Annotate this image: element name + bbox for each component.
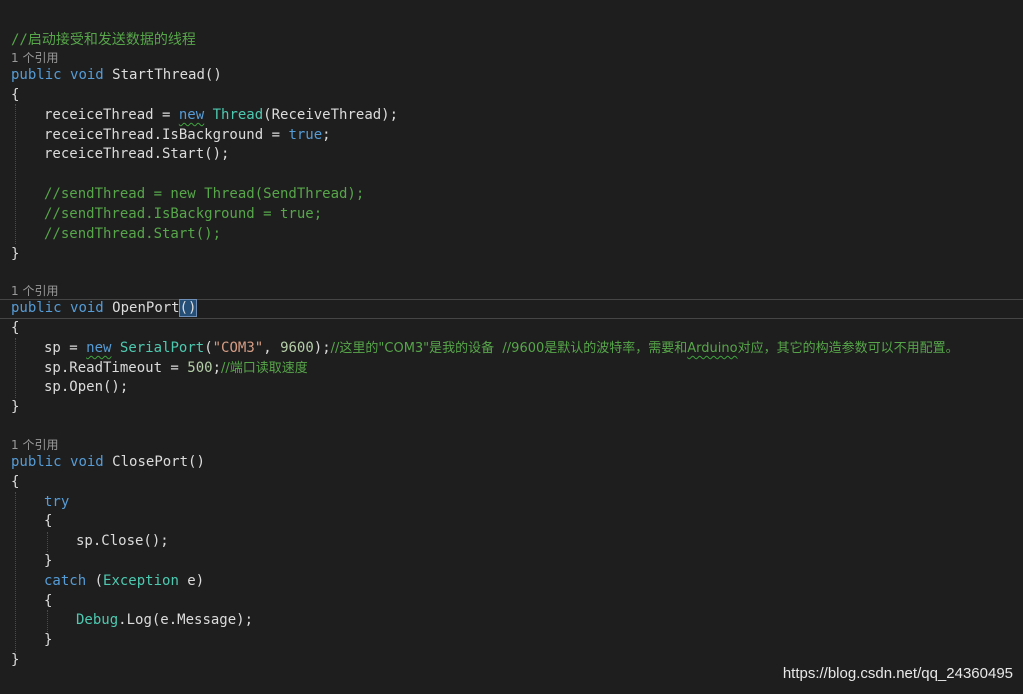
watermark: https://blog.csdn.net/qq_24360495 (782, 665, 1013, 682)
keyword: void (70, 67, 104, 83)
indent-guide (47, 610, 48, 632)
indent-guide (47, 532, 48, 552)
brace: { (11, 474, 20, 490)
comment-line: //sendThread.IsBackground = true; (44, 206, 323, 222)
method-name: OpenPort (112, 300, 180, 316)
brace: { (44, 593, 53, 609)
code-text: .Log(e.Message); (118, 612, 254, 628)
method-signature-openport: public void OpenPort() (11, 298, 198, 318)
brace-match-highlight: () (178, 299, 198, 317)
code-text: receiceThread = (44, 107, 179, 123)
keyword: public (11, 300, 62, 316)
keyword: void (70, 300, 104, 316)
code-editor[interactable]: //启动接受和发送数据的线程 1 个引用 public void StartTh… (0, 0, 1023, 694)
codelens-references[interactable]: 1 个引用 (11, 283, 58, 299)
indent-guide (15, 492, 16, 652)
brace: { (44, 513, 53, 529)
comment-line: //sendThread.Start(); (44, 226, 222, 242)
code-line: receiceThread = new Thread(ReceiveThread… (44, 105, 398, 125)
code-text: ( (204, 340, 213, 356)
brace: { (11, 320, 20, 336)
method-name: ClosePort() (112, 454, 205, 470)
comment-text: Arduino (687, 341, 738, 356)
code-line: sp.Close(); (76, 533, 169, 549)
inline-comment: //这里的"COM3"是我的设备 //9600是默认的波特率，需要和Arduin… (331, 341, 959, 356)
number-literal: 500 (187, 360, 213, 376)
code-text: ); (313, 340, 331, 356)
type-name: Exception (103, 573, 179, 589)
indent-guide (15, 338, 16, 398)
code-line: receiceThread.IsBackground = true; (44, 125, 331, 145)
catch-line: catch (Exception e) (44, 571, 204, 591)
keyword-new: new (178, 107, 205, 123)
code-text: sp.ReadTimeout = (44, 360, 188, 376)
code-text: e) (178, 573, 205, 589)
type-name: Debug (76, 612, 119, 628)
code-line: sp = new SerialPort("COM3", 9600);//这里的"… (44, 338, 959, 358)
indent-guide (15, 104, 16, 244)
brace: } (44, 632, 53, 648)
code-line: Debug.Log(e.Message); (76, 610, 253, 630)
code-line: sp.Open(); (44, 379, 129, 395)
code-line: sp.ReadTimeout = 500;//端口读取速度 (44, 358, 308, 378)
codelens-references[interactable]: 1 个引用 (11, 437, 58, 453)
number-literal: 9600 (280, 340, 314, 356)
method-name: StartThread() (112, 67, 222, 83)
keyword-true: true (288, 127, 323, 143)
type-name: SerialPort (119, 340, 205, 356)
code-text: sp = (44, 340, 87, 356)
code-text: (ReceiveThread); (263, 107, 399, 123)
code-text: receiceThread.IsBackground = (44, 127, 289, 143)
keyword-new: new (86, 340, 112, 356)
comment-text: 对应，其它的构造参数可以不用配置。 (737, 341, 959, 356)
keyword: public (11, 67, 62, 83)
keyword: void (70, 454, 104, 470)
code-text: ; (212, 360, 222, 376)
brace: } (11, 652, 20, 668)
brace: } (11, 246, 20, 262)
code-text: , (263, 340, 281, 356)
comment-line: //sendThread = new Thread(SendThread); (44, 186, 365, 202)
inline-comment: //端口读取速度 (221, 361, 308, 376)
comment-line: //启动接受和发送数据的线程 (11, 32, 196, 48)
code-text: ; (322, 127, 331, 143)
keyword-catch: catch (44, 573, 87, 589)
brace: } (11, 399, 20, 415)
brace: { (11, 87, 20, 103)
method-signature-startthread: public void StartThread() (11, 65, 222, 85)
keyword-try: try (44, 494, 70, 510)
comment-text: //这里的"COM3"是我的设备 //9600是默认的波特率，需要和 (330, 341, 688, 356)
string-literal: "COM3" (212, 340, 264, 356)
code-line: receiceThread.Start(); (44, 146, 230, 162)
keyword: public (11, 454, 62, 470)
brace: } (44, 553, 53, 569)
type-name: Thread (212, 107, 264, 123)
codelens-references[interactable]: 1 个引用 (11, 50, 58, 66)
method-signature-closeport: public void ClosePort() (11, 452, 205, 472)
code-text: ( (86, 573, 104, 589)
